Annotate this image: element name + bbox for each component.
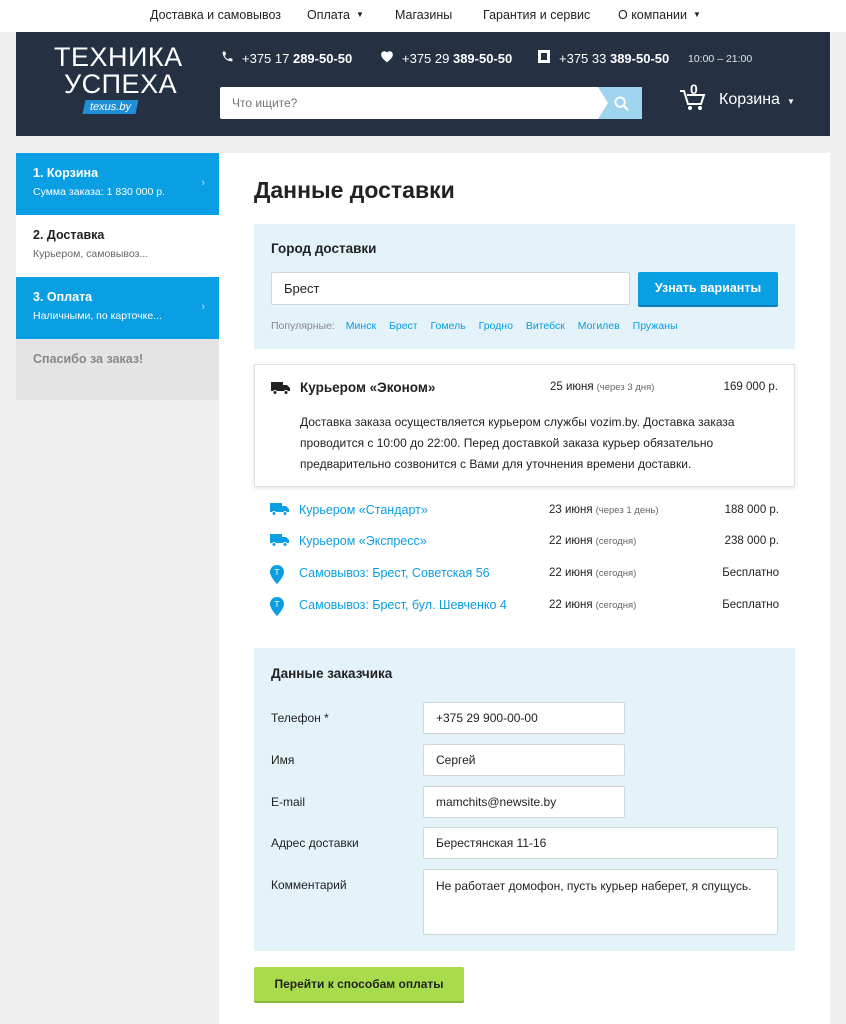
email-field[interactable] [423, 786, 625, 818]
delivery-option[interactable]: Курьером «Экспресс» 22 июня (сегодня) 238… [254, 532, 795, 554]
comment-label: Комментарий [271, 878, 347, 892]
proceed-to-payment-button[interactable]: Перейти к способам оплаты [254, 967, 464, 1001]
delivery-description: Доставка заказа осуществляется курьером … [300, 415, 735, 471]
step-payment[interactable]: 3. Оплата Наличными, по карточке... › [16, 277, 219, 339]
name-label: Имя [271, 753, 295, 767]
logo[interactable]: ТЕХНИКА УСПЕХА texus.by [54, 44, 184, 114]
popular-city-link[interactable]: Пружаны [633, 320, 678, 332]
chevron-down-icon: ▼ [356, 10, 364, 19]
city-heading: Город доставки [271, 241, 377, 256]
city-panel: Город доставки Узнать варианты Популярны… [254, 224, 795, 349]
cart-count: 0 [690, 81, 698, 97]
nav-payment[interactable]: Оплата ▼ [307, 8, 364, 22]
popular-city-link[interactable]: Могилев [578, 320, 620, 332]
pickup-option[interactable]: Т Самовывоз: Брест, Советская 56 22 июня… [254, 564, 795, 586]
popular-city-link[interactable]: Витебск [526, 320, 565, 332]
phone-icon [220, 50, 234, 66]
chevron-right-icon: › [201, 301, 205, 313]
step-delivery[interactable]: 2. Доставка Курьером, самовывоз... [16, 215, 219, 277]
popular-city-link[interactable]: Брест [389, 320, 418, 332]
nav-stores[interactable]: Магазины [395, 8, 452, 22]
site-header: ТЕХНИКА УСПЕХА texus.by +375 17 289-50-5… [16, 32, 830, 136]
delivery-date: 25 июня (через 3 дня) [550, 381, 655, 393]
delivery-option-name: Курьером «Эконом» [300, 380, 436, 395]
pin-icon: Т [270, 565, 284, 584]
search-icon [614, 96, 629, 111]
truck-icon [270, 534, 289, 547]
popular-cities: Популярные: Минск Брест Гомель Гродно Ви… [271, 320, 678, 332]
chevron-right-icon: › [201, 177, 205, 189]
phone-field[interactable] [423, 702, 625, 734]
heart-icon [380, 50, 394, 66]
nav-delivery[interactable]: Доставка и самовывоз [150, 8, 281, 22]
phone-2[interactable]: +375 29 389-50-50 [380, 50, 512, 66]
step-thanks: Спасибо за заказ! [33, 352, 144, 366]
chevron-down-icon: ▼ [787, 97, 795, 106]
popular-city-link[interactable]: Минск [346, 320, 376, 332]
working-hours: 10:00 – 21:00 [688, 53, 753, 65]
nav-about[interactable]: О компании ▼ [618, 8, 701, 22]
search-button[interactable] [598, 87, 642, 119]
address-field[interactable] [423, 827, 778, 859]
chevron-down-icon: ▼ [692, 10, 701, 19]
top-nav: Доставка и самовывоз Оплата ▼ Магазины Га… [0, 0, 846, 32]
cart-label: Корзина [719, 91, 780, 108]
step-cart[interactable]: 1. Корзина Сумма заказа: 1 830 000 р. › [16, 153, 219, 215]
popular-city-link[interactable]: Гродно [479, 320, 513, 332]
page-title: Данные доставки [254, 177, 455, 203]
customer-heading: Данные заказчика [271, 666, 393, 681]
svg-text:Т: Т [274, 600, 280, 609]
logo-badge: texus.by [82, 100, 139, 114]
pickup-option[interactable]: Т Самовывоз: Брест, бул. Шевченко 4 22 и… [254, 596, 795, 618]
popular-city-link[interactable]: Гомель [431, 320, 466, 332]
customer-panel: Данные заказчика Телефон * Имя E-mail Ад… [254, 648, 795, 951]
address-label: Адрес доставки [271, 836, 359, 850]
square-icon [537, 50, 551, 66]
main-content: Данные доставки Город доставки Узнать ва… [219, 153, 830, 1024]
delivery-price: 169 000 р. [723, 381, 778, 393]
search-bar [220, 87, 642, 119]
pin-icon: Т [270, 597, 284, 616]
delivery-option[interactable]: Курьером «Стандарт» 23 июня (через 1 день… [254, 501, 795, 523]
phone-1[interactable]: +375 17 289-50-50 [220, 50, 352, 66]
email-label: E-mail [271, 795, 306, 809]
truck-icon [271, 382, 290, 395]
selected-delivery-option[interactable]: Курьером «Эконом» 25 июня (через 3 дня) 1… [254, 364, 795, 487]
find-options-button[interactable]: Узнать варианты [638, 272, 778, 305]
phone-label: Телефон * [271, 711, 329, 725]
city-input[interactable] [271, 272, 630, 305]
name-field[interactable] [423, 744, 625, 776]
comment-field[interactable]: Не работает домофон, пусть курьер набере… [423, 869, 778, 935]
search-input[interactable] [220, 87, 600, 119]
checkout-steps: 1. Корзина Сумма заказа: 1 830 000 р. › … [16, 153, 219, 400]
truck-icon [270, 503, 289, 516]
svg-text:Т: Т [274, 568, 280, 577]
nav-warranty[interactable]: Гарантия и сервис [483, 8, 590, 22]
phone-3[interactable]: +375 33 389-50-50 [537, 50, 669, 66]
